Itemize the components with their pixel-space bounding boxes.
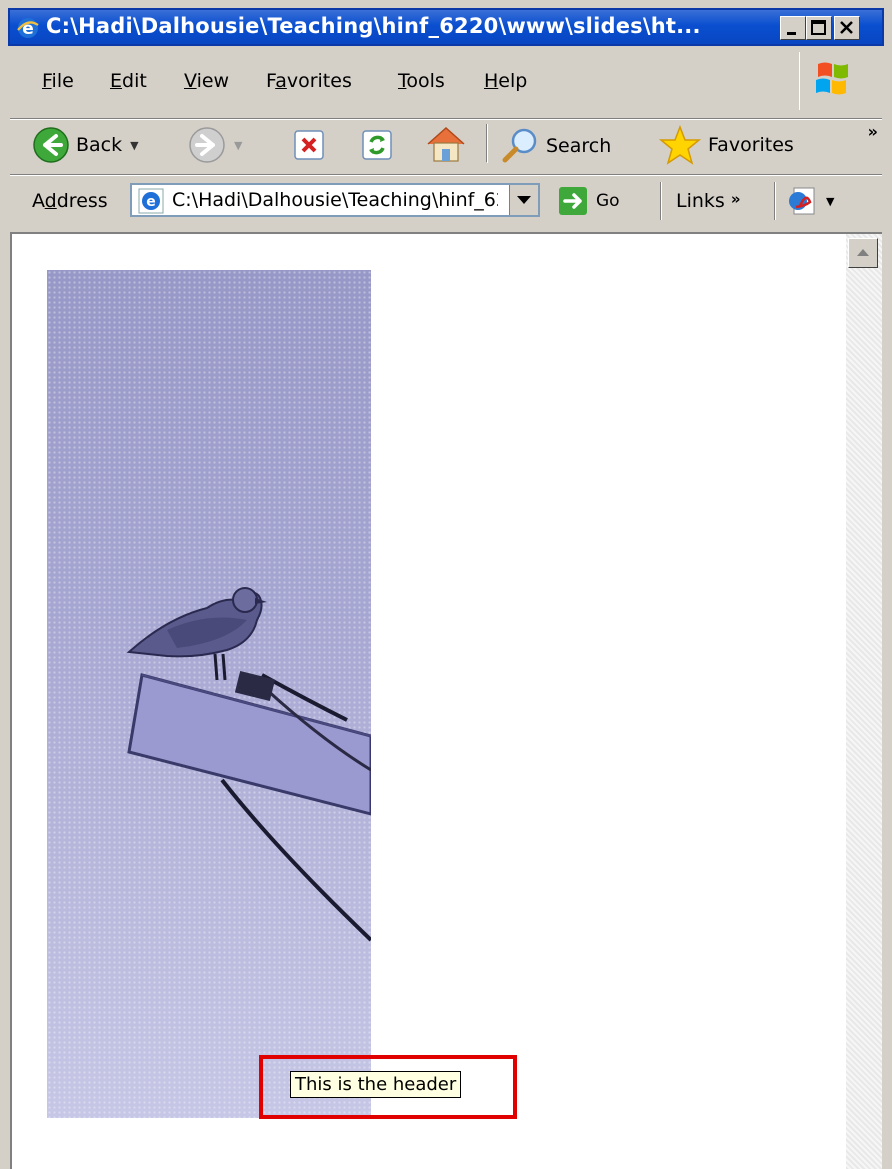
menu-favorites[interactable]: Favorites [266, 70, 352, 92]
address-label: Address [32, 190, 108, 212]
back-button[interactable]: Back ▼ [32, 126, 139, 164]
refresh-icon [362, 130, 392, 160]
header-image-seagull[interactable] [47, 270, 371, 1118]
windows-logo-icon [799, 52, 872, 110]
back-dropdown-icon[interactable]: ▼ [130, 139, 138, 152]
window-title-bar[interactable]: e C:\Hadi\Dalhousie\Teaching\hinf_6220\w… [8, 8, 884, 46]
vertical-scrollbar[interactable] [846, 234, 882, 1169]
menu-bar: File Edit View Favorites Tools Help [10, 48, 882, 120]
back-arrow-icon [33, 127, 69, 163]
links-separator-2 [774, 182, 776, 220]
home-button[interactable] [424, 124, 468, 164]
forward-dropdown-icon[interactable]: ▼ [234, 139, 242, 152]
stop-button[interactable] [292, 128, 326, 162]
links-button[interactable]: Links » [676, 190, 741, 212]
toolbar-more-icon[interactable]: » [868, 122, 878, 141]
stop-icon [294, 130, 324, 160]
favorites-star-icon [658, 124, 702, 165]
acrobat-button[interactable]: ▼ [786, 186, 834, 216]
menu-edit[interactable]: Edit [110, 70, 147, 92]
search-icon [502, 128, 537, 163]
standard-toolbar: Back ▼ ▼ Search Favorites » [10, 120, 882, 172]
go-button[interactable]: Go [558, 186, 620, 216]
ie-page-icon: e [138, 188, 164, 214]
favorites-button[interactable]: Favorites [658, 124, 794, 166]
forward-arrow-icon [189, 127, 225, 163]
address-dropdown-button[interactable] [509, 185, 538, 215]
home-icon [427, 126, 465, 162]
toolbar-separator-bottom [10, 174, 882, 176]
svg-text:e: e [146, 194, 156, 210]
minimize-button[interactable] [780, 16, 806, 40]
address-bar: Address e C:\Hadi\Dalhousie\Teaching\hin… [10, 178, 882, 224]
address-value: C:\Hadi\Dalhousie\Teaching\hinf_6220\www… [172, 189, 498, 211]
links-separator [660, 182, 662, 220]
menu-help[interactable]: Help [484, 70, 527, 92]
page-viewport[interactable]: This is the header [10, 232, 882, 1169]
minimize-icon [787, 32, 796, 35]
seagull-icon [126, 587, 371, 942]
forward-button[interactable]: ▼ [188, 126, 242, 164]
scroll-up-button[interactable] [848, 238, 878, 268]
go-arrow-icon [559, 187, 587, 215]
chevron-up-icon [857, 249, 869, 256]
close-icon [840, 21, 853, 34]
ie-icon: e [17, 18, 39, 39]
acrobat-dropdown-icon[interactable]: ▼ [826, 195, 834, 208]
maximize-button[interactable] [806, 16, 832, 40]
toolbar-separator [486, 124, 488, 163]
chevron-down-icon [517, 196, 531, 204]
address-input[interactable]: e C:\Hadi\Dalhousie\Teaching\hinf_6220\w… [130, 183, 540, 217]
menu-file[interactable]: File [42, 70, 74, 92]
menu-tools[interactable]: Tools [398, 70, 445, 92]
maximize-icon [811, 20, 826, 35]
search-button[interactable]: Search [500, 126, 611, 166]
close-button[interactable] [834, 16, 860, 40]
menu-view[interactable]: View [184, 70, 229, 92]
tooltip-highlight-annotation [259, 1055, 517, 1119]
refresh-button[interactable] [360, 128, 394, 162]
acrobat-pdf-icon [789, 187, 815, 215]
window-title: C:\Hadi\Dalhousie\Teaching\hinf_6220\www… [46, 14, 701, 38]
